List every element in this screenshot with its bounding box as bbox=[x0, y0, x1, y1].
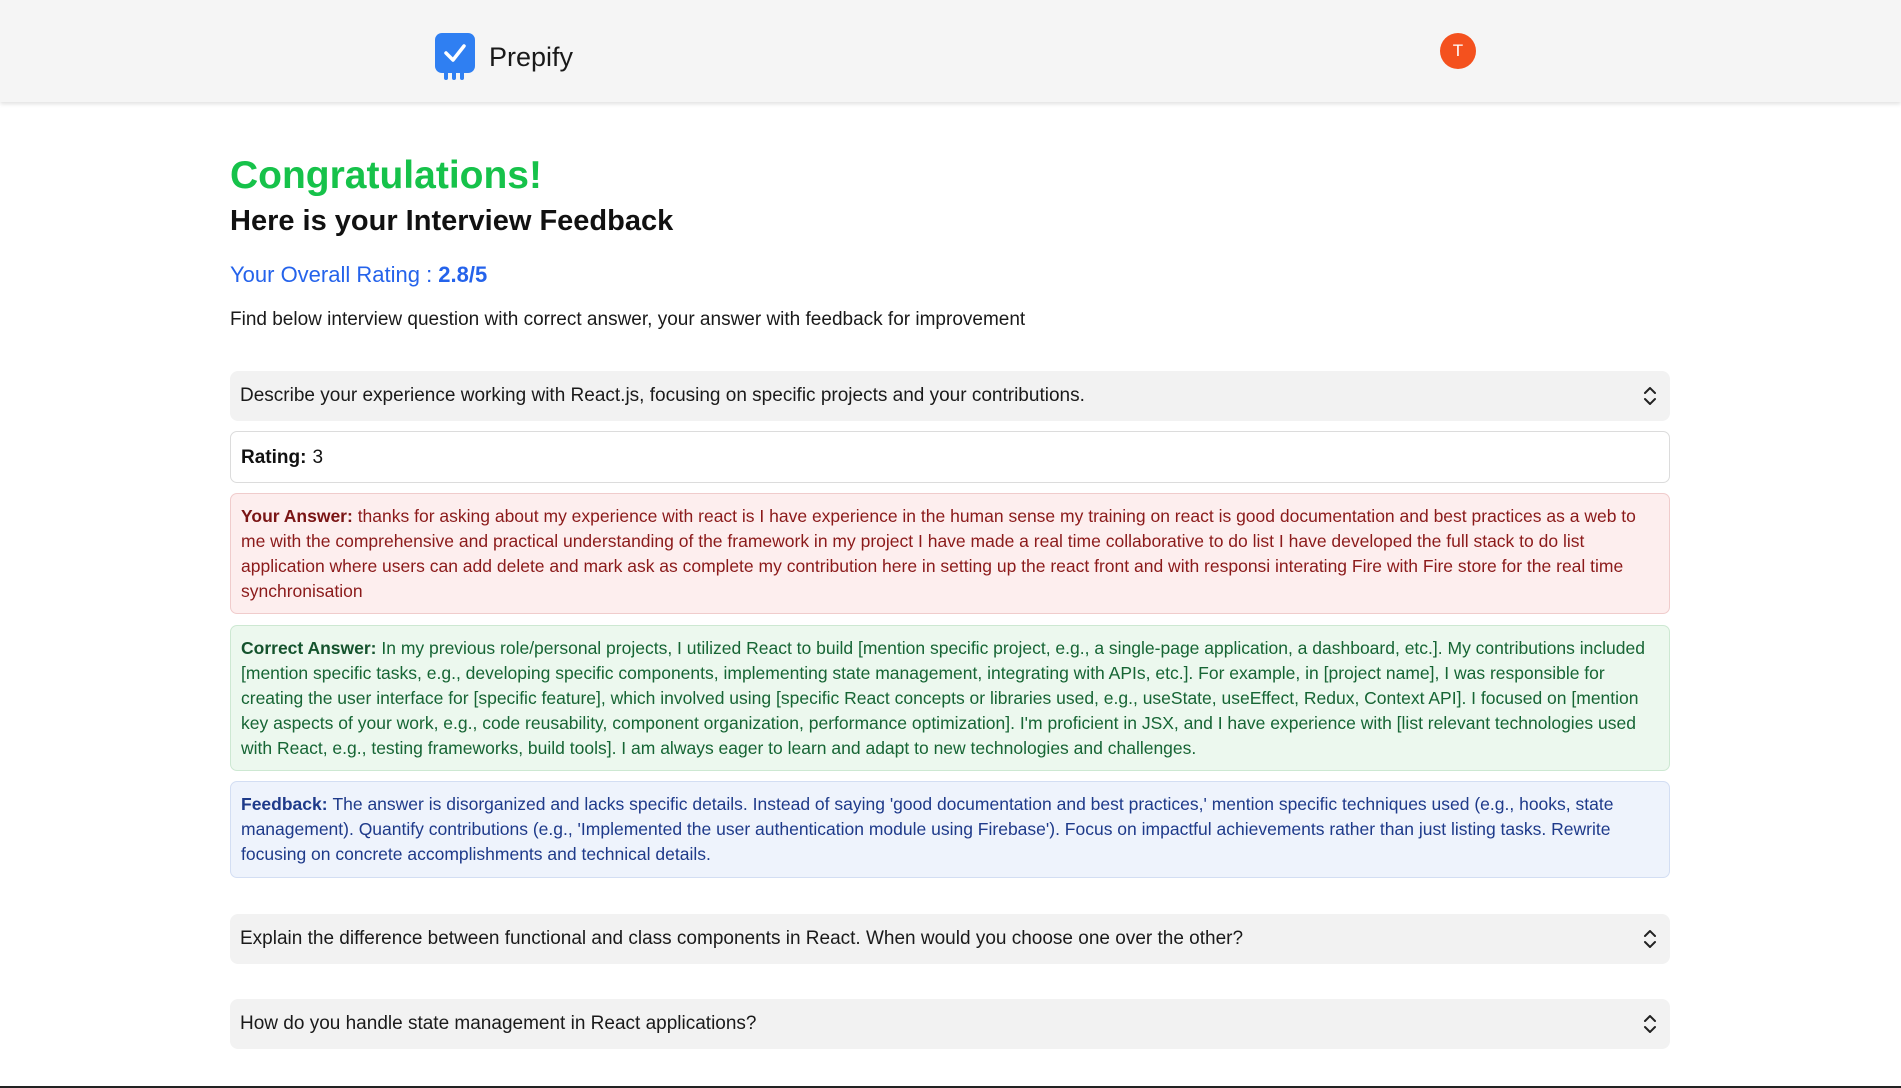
rating-value: 3 bbox=[312, 446, 324, 468]
correct-answer-label: Correct Answer: bbox=[241, 638, 382, 658]
question-rating-card: Rating: 3 bbox=[230, 431, 1670, 483]
chevron-up-down-icon bbox=[1644, 387, 1656, 405]
question-toggle[interactable]: How do you handle state management in Re… bbox=[230, 999, 1670, 1049]
check-icon bbox=[435, 33, 475, 81]
correct-answer-text: In my previous role/personal projects, I… bbox=[241, 638, 1645, 758]
overall-rating: Your Overall Rating : 2.8/5 bbox=[230, 260, 1670, 290]
question-text: Describe your experience working with Re… bbox=[240, 385, 1085, 406]
user-avatar[interactable]: T bbox=[1440, 33, 1476, 69]
feedback-main: Congratulations! Here is your Interview … bbox=[230, 150, 1670, 1049]
question-text: How do you handle state management in Re… bbox=[240, 1013, 757, 1034]
chevron-up-down-icon bbox=[1644, 1015, 1656, 1033]
chevron-up-down-icon bbox=[1644, 930, 1656, 948]
feedback-text: The answer is disorganized and lacks spe… bbox=[241, 794, 1614, 864]
congrats-heading: Congratulations! bbox=[230, 154, 542, 197]
rating-label: Rating: bbox=[241, 446, 307, 468]
your-answer-card: Your Answer: thanks for asking about my … bbox=[230, 493, 1670, 614]
your-answer-text: thanks for asking about my experience wi… bbox=[241, 506, 1636, 601]
correct-answer-card: Correct Answer: In my previous role/pers… bbox=[230, 625, 1670, 771]
overall-rating-label: Your Overall Rating : bbox=[230, 262, 439, 287]
question-toggle[interactable]: Describe your experience working with Re… bbox=[230, 371, 1670, 421]
question-toggle[interactable]: Explain the difference between functiona… bbox=[230, 914, 1670, 964]
app-logo[interactable]: Prepify bbox=[435, 33, 573, 81]
app-name: Prepify bbox=[489, 41, 574, 72]
feedback-label: Feedback: bbox=[241, 794, 333, 814]
overall-rating-value: 2.8/5 bbox=[438, 262, 488, 287]
intro-text: Find below interview question with corre… bbox=[230, 309, 1026, 330]
page-title: Here is your Interview Feedback bbox=[230, 205, 674, 237]
top-header: Prepify T bbox=[0, 0, 1901, 102]
feedback-card: Feedback: The answer is disorganized and… bbox=[230, 781, 1670, 878]
your-answer-label: Your Answer: bbox=[241, 506, 358, 526]
question-text: Explain the difference between functiona… bbox=[240, 928, 1244, 949]
